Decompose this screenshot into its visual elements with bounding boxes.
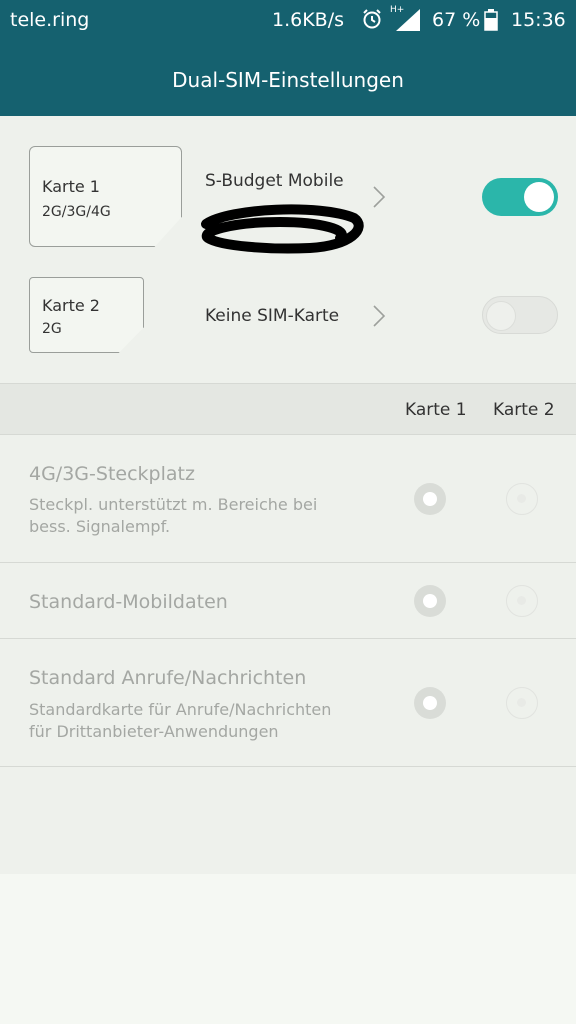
setting-calls-messages-title: Standard Anrufe/Nachrichten bbox=[29, 667, 307, 689]
column-card-2: Karte 2 bbox=[493, 400, 555, 420]
setting-calls-messages-radio-card-2[interactable] bbox=[506, 687, 538, 719]
setting-4g3g-slot-desc-2: bess. Signalempf. bbox=[29, 517, 171, 536]
divider bbox=[0, 562, 576, 563]
setting-calls-messages-desc-2: für Drittanbieter-Anwendungen bbox=[29, 722, 279, 741]
network-speed: 1.6KB/s bbox=[272, 9, 345, 31]
setting-calls-messages-desc-1: Standardkarte für Anrufe/Nachrichten bbox=[29, 700, 332, 719]
divider bbox=[0, 766, 576, 767]
signal-icon bbox=[396, 9, 420, 31]
column-card-1: Karte 1 bbox=[405, 400, 467, 420]
sim-card-1-name: Karte 1 bbox=[42, 177, 100, 196]
setting-4g3g-slot-radio-card-2[interactable] bbox=[506, 483, 538, 515]
page-title: Dual-SIM-Einstellungen bbox=[172, 68, 404, 92]
sim-card-2-name: Karte 2 bbox=[42, 296, 100, 315]
sim-1-toggle[interactable] bbox=[482, 178, 558, 216]
sim-card-1-icon: Karte 1 2G/3G/4G bbox=[29, 146, 182, 247]
setting-mobile-data-radio-card-2[interactable] bbox=[506, 585, 538, 617]
redaction-scribble bbox=[201, 204, 364, 254]
sim-2-chevron-right-icon[interactable] bbox=[372, 304, 386, 328]
sim-card-1-tech: 2G/3G/4G bbox=[42, 204, 111, 220]
setting-4g3g-slot-title: 4G/3G-Steckplatz bbox=[29, 463, 195, 485]
title-bar: Dual-SIM-Einstellungen bbox=[0, 42, 576, 116]
status-bar: tele.ring 1.6KB/s H+ 67 % 15:36 bbox=[0, 0, 576, 42]
sim-card-2-icon: Karte 2 2G bbox=[29, 277, 144, 353]
sim-2-operator[interactable]: Keine SIM-Karte bbox=[205, 306, 339, 326]
setting-4g3g-slot-radio-card-1[interactable] bbox=[414, 483, 446, 515]
toggle-knob bbox=[524, 182, 554, 212]
toggle-knob bbox=[486, 301, 516, 331]
sim-1-chevron-right-icon[interactable] bbox=[372, 185, 386, 209]
sim-1-operator[interactable]: S-Budget Mobile bbox=[205, 171, 344, 191]
alarm-icon bbox=[363, 9, 381, 29]
sim-2-toggle[interactable] bbox=[482, 296, 558, 334]
setting-calls-messages-radio-card-1[interactable] bbox=[414, 687, 446, 719]
carrier-name: tele.ring bbox=[10, 9, 90, 31]
setting-mobile-data-title: Standard-Mobildaten bbox=[29, 591, 228, 613]
clock: 15:36 bbox=[511, 9, 566, 31]
battery-icon bbox=[484, 9, 498, 31]
setting-mobile-data-radio-card-1[interactable] bbox=[414, 585, 446, 617]
card-column-header: Karte 1 Karte 2 bbox=[0, 383, 576, 435]
sim-card-2-tech: 2G bbox=[42, 321, 62, 337]
battery-percent: 67 % bbox=[432, 9, 481, 31]
divider bbox=[0, 638, 576, 639]
setting-4g3g-slot-desc-1: Steckpl. unterstützt m. Bereiche bei bbox=[29, 495, 318, 514]
